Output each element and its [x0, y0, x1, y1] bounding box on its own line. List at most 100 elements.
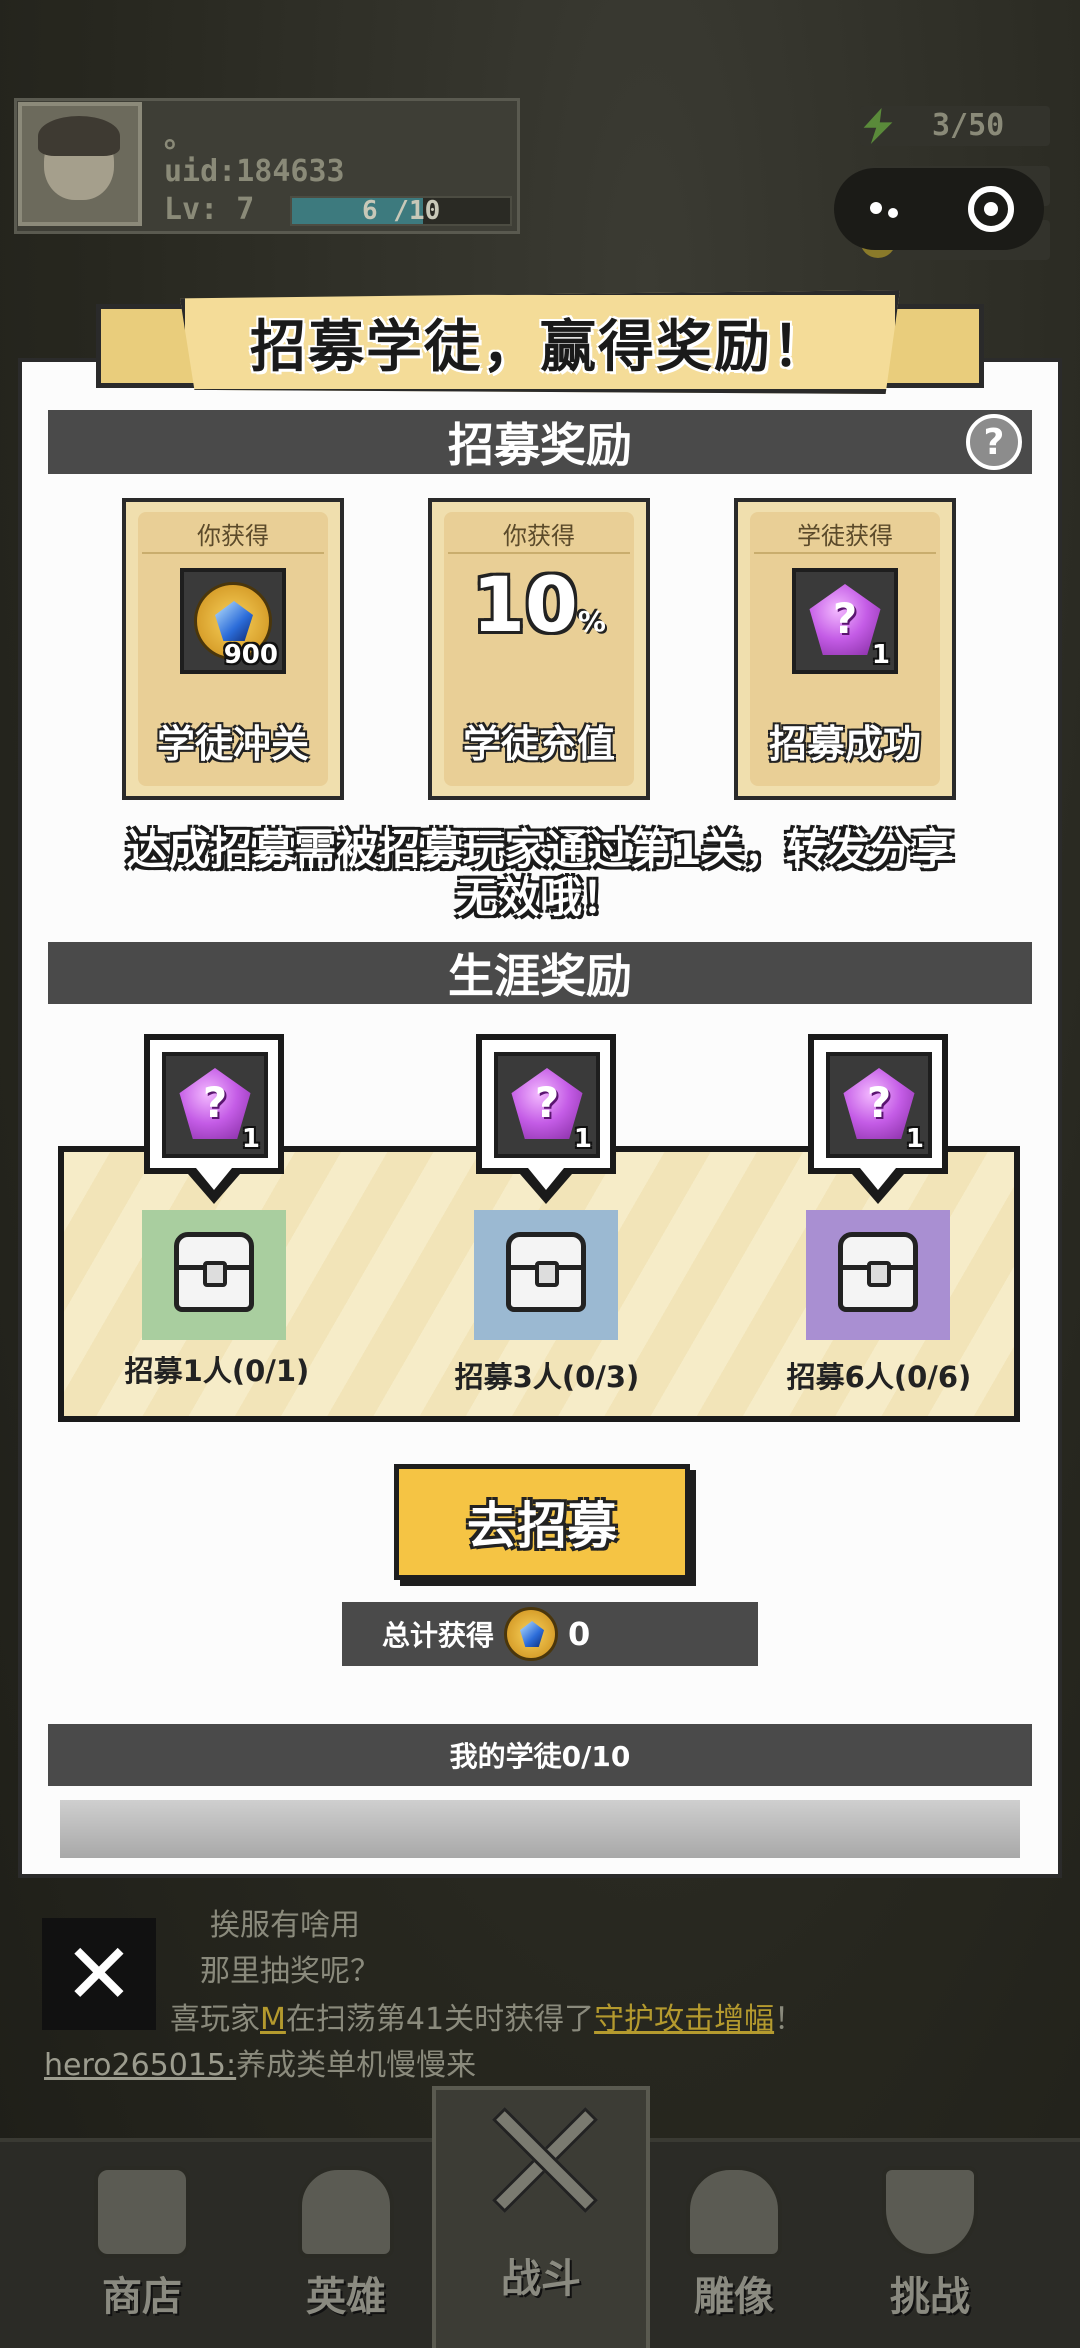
lock-icon	[867, 1261, 891, 1287]
apprentice-list-slot	[60, 1800, 1020, 1858]
reward-item-slot[interactable]: ? 1	[792, 568, 898, 674]
chat-item-link[interactable]: 守护攻击增幅	[594, 2002, 774, 2037]
nav-shop-label: 商店	[102, 2274, 182, 2320]
chat-message-4: hero265015:养成类单机慢慢来	[44, 2040, 476, 2084]
chat-text: 那里抽奖呢？	[200, 1954, 380, 1989]
purple-mystery-gem-icon: ?	[809, 584, 881, 656]
my-apprentices-header: 我的学徒0/10	[48, 1724, 1032, 1786]
bubble-pointer-inner	[528, 1168, 564, 1190]
purple-mystery-gem-icon: ?	[843, 1068, 915, 1140]
milestone-reward-bubble-2[interactable]: ? 1	[476, 1034, 616, 1174]
chat-username[interactable]: hero265015:	[44, 2048, 236, 2083]
card-label: 学徒冲关	[156, 722, 309, 766]
xp-bar: 6 /10	[290, 196, 512, 226]
recruit-rule-note: 达成招募需被招募玩家通过第1关，转发分享无效哦！	[126, 825, 954, 922]
milestone-label-2: 招募3人(0/3)	[454, 1360, 640, 1394]
milestone-chest-2[interactable]	[474, 1210, 618, 1340]
nav-statue-label: 雕像	[694, 2274, 774, 2320]
milestone-reward-bubble-1[interactable]: ? 1	[144, 1034, 284, 1174]
card-label: 招募成功	[768, 722, 921, 766]
player-level: Lv: 7	[164, 192, 255, 227]
recruit-section-header: 招募奖励	[48, 410, 1032, 474]
chat-message-3: 喜玩家M在扫荡第41关时获得了守护攻击增幅！	[170, 1994, 804, 2038]
nav-heroes[interactable]: 英雄	[256, 2166, 436, 2346]
percent-value: 10	[472, 560, 578, 649]
nav-challenge[interactable]: 挑战	[840, 2166, 1020, 2346]
nav-challenge-label: 挑战	[890, 2274, 970, 2320]
reward-qty: 1	[241, 1124, 260, 1154]
career-section-title: 生涯奖励	[448, 949, 632, 1003]
nav-statue[interactable]: 雕像	[644, 2166, 824, 2346]
mini-program-capsule[interactable]	[834, 168, 1044, 250]
total-earned-label: 总计获得	[382, 1619, 495, 1652]
treasure-chest-icon	[506, 1232, 586, 1312]
nav-heroes-label: 英雄	[306, 2274, 386, 2320]
chat-player-link[interactable]: M	[260, 2002, 286, 2037]
card-tag-divider	[448, 552, 630, 554]
shop-icon	[94, 2166, 190, 2258]
avatar-hair	[38, 116, 120, 156]
question-mark: ?	[866, 1078, 892, 1127]
reward-item-slot: ? 1	[826, 1052, 932, 1158]
question-mark: ?	[832, 594, 858, 643]
reward-item-slot: ? 1	[494, 1052, 600, 1158]
percent-display: 10%	[432, 560, 646, 649]
reward-item-slot[interactable]: 900	[180, 568, 286, 674]
target-dot	[984, 202, 998, 216]
milestone-chest-1[interactable]	[142, 1210, 286, 1340]
reward-card-success: 学徒获得 ? 1 招募成功	[734, 498, 956, 800]
player-uid: uid:184633	[164, 154, 345, 189]
card-label: 学徒充值	[462, 722, 615, 766]
chat-text: 挨服有啥用	[210, 1908, 360, 1943]
card-tag-divider	[142, 552, 324, 554]
player-avatar[interactable]	[18, 102, 142, 226]
nav-shop[interactable]: 商店	[52, 2166, 232, 2346]
milestone-chest-3[interactable]	[806, 1210, 950, 1340]
modal-title-banner: 招募学徒，赢得奖励！	[180, 290, 900, 394]
gem-shape	[215, 601, 253, 641]
target-icon[interactable]	[968, 186, 1014, 232]
go-recruit-button[interactable]: 去招募	[394, 1464, 690, 1580]
energy-value: 3/50	[932, 108, 1005, 143]
card-tag: 学徒获得	[797, 522, 893, 550]
recruit-section-title: 招募奖励	[448, 418, 632, 472]
chat-suffix: ！	[774, 2002, 805, 2037]
bubble-pointer-inner	[860, 1168, 896, 1190]
blue-gem-coin-icon	[504, 1607, 559, 1661]
purple-mystery-gem-icon: ?	[179, 1068, 251, 1140]
reward-qty: 1	[871, 640, 890, 670]
shield-icon	[882, 2166, 978, 2258]
percent-sign: %	[577, 605, 606, 638]
close-icon: ✕	[63, 1925, 135, 2023]
xp-text: 6 /10	[362, 196, 441, 226]
close-button[interactable]: ✕	[42, 1918, 156, 2030]
chat-prefix: 喜玩家	[170, 2002, 260, 2037]
treasure-chest-icon	[174, 1232, 254, 1312]
go-recruit-label: 去招募	[467, 1497, 617, 1555]
reward-item-slot: ? 1	[162, 1052, 268, 1158]
more-dot-icon	[870, 202, 882, 214]
nav-battle[interactable]: 战斗	[432, 2086, 650, 2348]
modal-title: 招募学徒，赢得奖励！	[250, 314, 830, 380]
card-tag: 你获得	[197, 522, 269, 550]
career-section-header: 生涯奖励	[48, 942, 1032, 1004]
treasure-chest-icon	[838, 1232, 918, 1312]
reward-qty: 1	[905, 1124, 924, 1154]
lock-icon	[203, 1261, 227, 1287]
reward-card-recharge: 你获得 10% 学徒充值	[428, 498, 650, 800]
more-dot-icon	[888, 208, 898, 218]
question-mark: ?	[202, 1078, 228, 1127]
milestone-reward-bubble-3[interactable]: ? 1	[808, 1034, 948, 1174]
reward-card-clear: 你获得 900 学徒冲关	[122, 498, 344, 800]
reward-qty: 900	[223, 640, 278, 670]
help-button[interactable]: ?	[966, 414, 1022, 470]
milestone-label-1: 招募1人(0/1)	[124, 1354, 310, 1388]
lock-icon	[535, 1261, 559, 1287]
statue-icon	[686, 2166, 782, 2258]
chat-text: 养成类单机慢慢来	[236, 2048, 477, 2083]
total-earned-value: 0	[568, 1615, 591, 1653]
chat-message-1: 挨服有啥用	[210, 1900, 360, 1944]
lightning-icon	[863, 108, 893, 144]
question-icon: ?	[983, 421, 1005, 463]
reward-qty: 1	[573, 1124, 592, 1154]
